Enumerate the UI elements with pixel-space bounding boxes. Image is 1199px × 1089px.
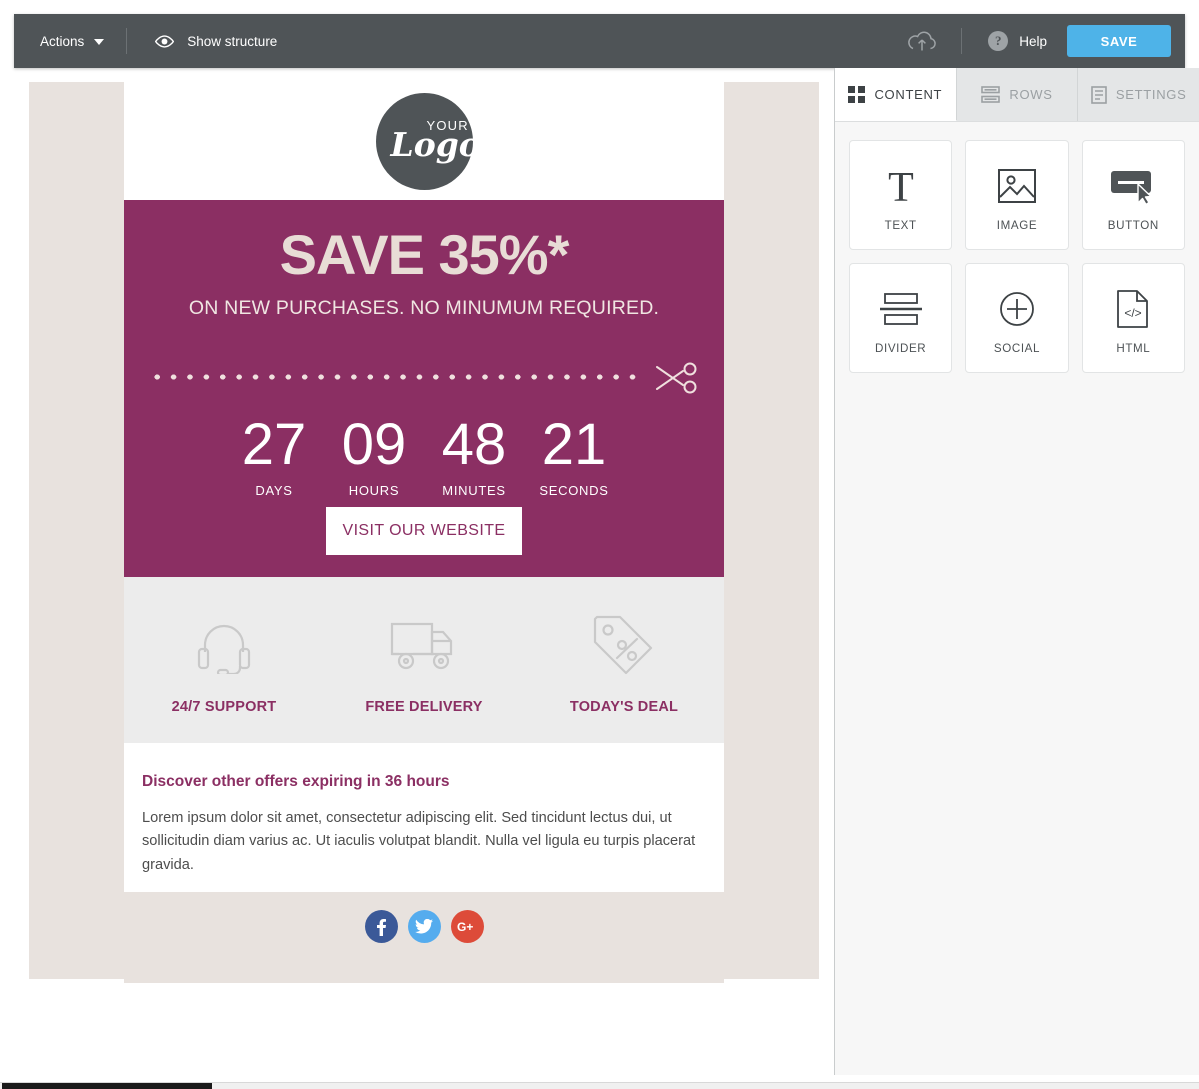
block-divider-label: DIVIDER [875,341,927,355]
svg-text:G+: G+ [457,920,473,933]
divider-icon [879,282,922,336]
show-structure-button[interactable]: Show structure [131,14,295,68]
content-blocks-grid: T TEXT IMAGE BUTTON DIVIDER SOCIAL </> H… [835,122,1199,391]
hero-headline: SAVE 35%* [279,223,570,286]
feature-item[interactable]: FREE DELIVERY [324,611,524,715]
logo-main-text: Logo [390,124,481,164]
top-toolbar: Actions Show structure ? Help SAVE [14,14,1185,68]
grid-icon [848,85,866,103]
block-html-label: HTML [1116,341,1151,355]
block-text-label: TEXT [884,218,917,232]
right-panel: CONTENT ROWS SETTINGS T TEXT IMAGE BUTTO… [834,68,1199,1075]
features-row[interactable]: 24/7 SUPPORT FREE DELIVERY TODAY'S DEAL [124,576,724,743]
svg-text:</>: </> [1125,306,1142,320]
dotted-line [149,373,639,380]
logo-block[interactable]: YOUR Logo [124,82,724,200]
toolbar-divider-2 [961,28,963,54]
email-background: YOUR Logo SAVE 35%* ON NEW PURCHASES. NO… [29,82,819,983]
tab-rows[interactable]: ROWS [956,68,1079,121]
facebook-icon[interactable] [364,910,398,943]
social-plus-icon [999,282,1035,336]
tab-settings[interactable]: SETTINGS [1078,68,1199,121]
block-image[interactable]: IMAGE [965,140,1069,250]
block-html[interactable]: </> HTML [1081,263,1185,373]
countdown-label: DAYS [255,482,293,498]
countdown-label: SECONDS [539,482,609,498]
settings-lines-icon [1091,85,1107,104]
cloud-upload-icon [907,30,937,52]
button-icon [1110,159,1156,213]
block-text[interactable]: T TEXT [849,140,953,250]
twitter-icon[interactable] [407,910,441,943]
countdown-unit: 09 HOURS [324,411,424,498]
text-block[interactable]: Discover other offers expiring in 36 hou… [124,742,724,914]
text-block-title: Discover other offers expiring in 36 hou… [142,772,450,790]
logo-circle: YOUR Logo [375,92,481,190]
countdown-value: 21 [541,411,607,477]
feature-label: FREE DELIVERY [365,698,483,715]
scrollbar-thumb[interactable] [2,1083,212,1089]
cut-line [149,358,699,398]
truck-icon [324,611,524,677]
countdown-label: MINUTES [442,482,506,498]
googleplus-icon[interactable]: G+ [450,910,484,943]
help-label: Help [1019,33,1047,49]
headset-icon [124,611,324,677]
rows-icon [981,86,1001,103]
tab-content-label: CONTENT [874,86,943,102]
question-mark-icon: ? [988,31,1009,51]
countdown-value: 27 [241,411,307,477]
image-icon [997,159,1036,213]
feature-label: 24/7 SUPPORT [171,698,277,715]
panel-tabs: CONTENT ROWS SETTINGS [835,68,1199,122]
hero-subheadline: ON NEW PURCHASES. NO MINUMUM REQUIRED. [188,296,660,319]
visit-website-button[interactable]: VISIT OUR WEBSITE [326,506,522,555]
tab-content[interactable]: CONTENT [835,68,957,121]
save-button[interactable]: SAVE [1067,25,1171,57]
block-divider[interactable]: DIVIDER [849,263,953,373]
cloud-upload-button[interactable] [887,30,957,52]
help-button[interactable]: ? Help [966,31,1067,51]
tab-rows-label: ROWS [1009,87,1053,102]
countdown-unit: 48 MINUTES [424,411,524,498]
price-tag-icon [524,611,724,677]
social-row[interactable]: G+ [124,892,724,983]
email-canvas[interactable]: YOUR Logo SAVE 35%* ON NEW PURCHASES. NO… [14,82,834,1075]
countdown-value: 48 [441,411,507,477]
feature-item[interactable]: 24/7 SUPPORT [124,611,324,715]
eye-icon [155,34,175,48]
text-t-icon: T [884,159,918,213]
block-button-label: BUTTON [1107,218,1159,232]
horizontal-scrollbar[interactable] [0,1082,1199,1089]
countdown-timer: 27 DAYS 09 HOURS 48 MINUTES 21 SECONDS [124,411,724,498]
hero-banner[interactable]: SAVE 35%* ON NEW PURCHASES. NO MINUMUM R… [124,200,724,577]
actions-label: Actions [40,33,85,49]
html-code-icon: </> [1117,282,1149,336]
block-social-label: SOCIAL [993,341,1041,355]
block-button[interactable]: BUTTON [1081,140,1185,250]
toolbar-divider [126,28,128,54]
email-content-column: YOUR Logo SAVE 35%* ON NEW PURCHASES. NO… [124,82,724,914]
feature-item[interactable]: TODAY'S DEAL [524,611,724,715]
countdown-value: 09 [341,411,407,477]
block-image-label: IMAGE [996,218,1038,232]
text-block-paragraph: Lorem ipsum dolor sit amet, consectetur … [142,809,696,873]
actions-menu-button[interactable]: Actions [14,14,122,68]
countdown-unit: 21 SECONDS [524,411,624,498]
svg-text:T: T [888,166,914,206]
show-structure-label: Show structure [187,33,278,49]
block-social[interactable]: SOCIAL [965,263,1069,373]
tab-settings-label: SETTINGS [1115,87,1187,102]
countdown-unit: 27 DAYS [224,411,324,498]
countdown-label: HOURS [348,482,400,498]
feature-label: TODAY'S DEAL [569,698,679,715]
chevron-down-icon [94,39,105,45]
